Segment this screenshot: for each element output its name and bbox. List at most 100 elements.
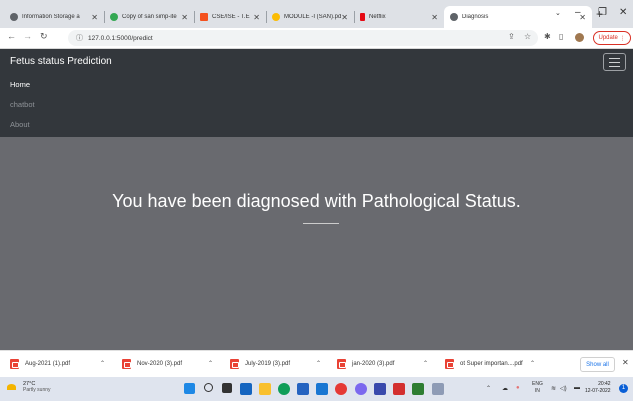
tab-search-icon[interactable]: ⌄	[555, 9, 561, 17]
nav-link-about[interactable]: About	[10, 120, 30, 129]
tab-title: Information Storage a	[22, 14, 80, 20]
onedrive-icon[interactable]: ☁	[502, 385, 508, 392]
download-item[interactable]: Nov-2020 (3).pdf	[122, 359, 182, 369]
url-bar[interactable]: ⓘ 127.0.0.1:5000/predict	[68, 30, 538, 46]
chevron-up-icon[interactable]: ⌃	[316, 360, 321, 367]
nav-link-home[interactable]: Home	[10, 80, 30, 89]
region-label: IN	[534, 388, 540, 394]
windows-start-icon[interactable]	[184, 383, 195, 394]
address-toolbar: ← → ↻ ⓘ 127.0.0.1:5000/predict ⇪ ☆ ✱ ▯ U…	[0, 28, 633, 49]
back-button[interactable]: ←	[7, 31, 16, 41]
store-icon[interactable]	[297, 383, 309, 395]
divider	[303, 223, 339, 224]
edge-icon[interactable]	[278, 383, 290, 395]
download-item[interactable]: July-2019 (3).pdf	[230, 359, 290, 369]
info-icon[interactable]: ⓘ	[76, 33, 83, 43]
sidebar-icon[interactable]: ▯	[559, 32, 563, 41]
language-label: ENG	[532, 381, 543, 387]
forward-button[interactable]: →	[23, 31, 32, 41]
update-label: Update	[598, 35, 618, 41]
close-tab-icon[interactable]: ✕	[253, 13, 260, 22]
close-tab-icon[interactable]: ✕	[431, 13, 438, 22]
tab-information-storage[interactable]: Information Storage a ✕	[4, 6, 104, 28]
notification-badge[interactable]: 1	[619, 384, 628, 393]
close-tab-icon[interactable]: ✕	[341, 13, 348, 22]
clock[interactable]: 20:42 12-07-2022	[585, 381, 611, 395]
weather-widget[interactable]: 27°C Partly sunny	[7, 381, 51, 393]
tab-copy-of-san[interactable]: Copy of san simp-ite ✕	[104, 6, 194, 28]
drive-icon	[272, 13, 280, 21]
download-filename: Nov-2020 (3).pdf	[137, 361, 183, 367]
url-text: 127.0.0.1:5000/predict	[88, 34, 153, 42]
navbar-brand[interactable]: Fetus status Prediction	[10, 56, 112, 67]
download-filename: jan-2020 (3).pdf	[352, 361, 395, 367]
excel-icon[interactable]	[412, 383, 424, 395]
chevron-up-icon[interactable]: ⌃	[530, 360, 535, 367]
word-icon[interactable]	[374, 383, 386, 395]
extensions-icon[interactable]: ✱	[544, 32, 551, 41]
pdf-icon	[230, 359, 239, 369]
chrome-taskbar-icon[interactable]	[335, 383, 347, 395]
volume-icon[interactable]: ◁)	[560, 385, 567, 392]
nav-link-chatbot[interactable]: chatbot	[10, 100, 35, 109]
download-item[interactable]: Aug-2021 (1).pdf	[10, 359, 70, 369]
drive-icon	[110, 13, 118, 21]
close-downloads-button[interactable]: ✕	[622, 358, 629, 367]
update-button[interactable]: Update ⋮	[593, 31, 631, 45]
pdf-icon	[337, 359, 346, 369]
tab-title: Netflix	[369, 14, 386, 20]
web-page: Fetus status Prediction Home chatbot Abo…	[0, 49, 633, 350]
tab-title: Diagnosis	[462, 14, 489, 20]
chevron-up-icon[interactable]: ⌃	[423, 360, 428, 367]
app-icon[interactable]	[432, 383, 444, 395]
close-tab-icon[interactable]: ✕	[181, 13, 188, 22]
task-view-icon[interactable]	[222, 383, 232, 393]
diagnosis-message: You have been diagnosed with Pathologica…	[112, 191, 521, 211]
mail-icon[interactable]	[316, 383, 328, 395]
close-tab-icon[interactable]: ✕	[91, 13, 98, 22]
tab-cse-ise[interactable]: CSE/ISE - T.E ✕	[194, 6, 266, 28]
tab-title: CSE/ISE - T.E	[212, 14, 250, 20]
maximize-button[interactable]: ❐	[598, 7, 607, 18]
download-item[interactable]: jan-2020 (3).pdf	[337, 359, 394, 369]
navbar-toggler-button[interactable]	[603, 53, 626, 71]
tab-title: MODULE -I (SAN).pd	[284, 14, 342, 20]
bookmark-star-icon[interactable]: ☆	[524, 32, 531, 41]
sun-cloud-icon	[7, 381, 19, 391]
tab-netflix[interactable]: Netflix ✕	[354, 6, 444, 28]
acrobat-icon[interactable]	[393, 383, 405, 395]
download-item[interactable]: ot Super importan....pdf	[445, 359, 523, 369]
classroom-icon	[200, 13, 208, 21]
tab-strip: Information Storage a ✕ Copy of san simp…	[0, 0, 633, 28]
tab-module-san[interactable]: MODULE -I (SAN).pd ✕	[266, 6, 354, 28]
window-close-button[interactable]: ✕	[619, 7, 627, 18]
download-shelf: Aug-2021 (1).pdf ⌃ Nov-2020 (3).pdf ⌃ Ju…	[0, 350, 633, 377]
reload-button[interactable]: ↻	[40, 31, 48, 42]
chrome-icon	[10, 13, 18, 21]
chevron-up-icon[interactable]: ⌃	[486, 385, 491, 392]
show-all-button[interactable]: Show all	[580, 357, 615, 372]
tab-title: Copy of san simp-ite	[122, 14, 177, 20]
download-filename: ot Super importan....pdf	[460, 361, 523, 367]
clock-date: 12-07-2022	[585, 388, 611, 394]
search-icon[interactable]	[204, 383, 213, 392]
pdf-icon	[10, 359, 19, 369]
app-tray-icon[interactable]: ●	[516, 385, 520, 391]
minimize-button[interactable]: –	[575, 7, 581, 18]
weather-condition: Partly sunny	[23, 387, 51, 393]
chevron-up-icon[interactable]: ⌃	[208, 360, 213, 367]
download-filename: Aug-2021 (1).pdf	[25, 361, 71, 367]
file-explorer-icon[interactable]	[259, 383, 271, 395]
share-icon[interactable]: ⇪	[508, 32, 515, 41]
chevron-up-icon[interactable]: ⌃	[100, 360, 105, 367]
netflix-icon	[360, 13, 365, 21]
app-icon[interactable]	[355, 383, 367, 395]
battery-icon[interactable]: ▬	[574, 385, 580, 391]
globe-icon	[450, 13, 458, 21]
wifi-icon[interactable]: ≋	[551, 385, 556, 392]
profile-avatar[interactable]	[575, 33, 584, 42]
clock-time: 20:42	[598, 381, 611, 387]
language-indicator[interactable]: ENG IN	[532, 381, 543, 395]
tab-diagnosis[interactable]: Diagnosis ✕	[444, 6, 592, 28]
chat-icon[interactable]	[240, 383, 252, 395]
